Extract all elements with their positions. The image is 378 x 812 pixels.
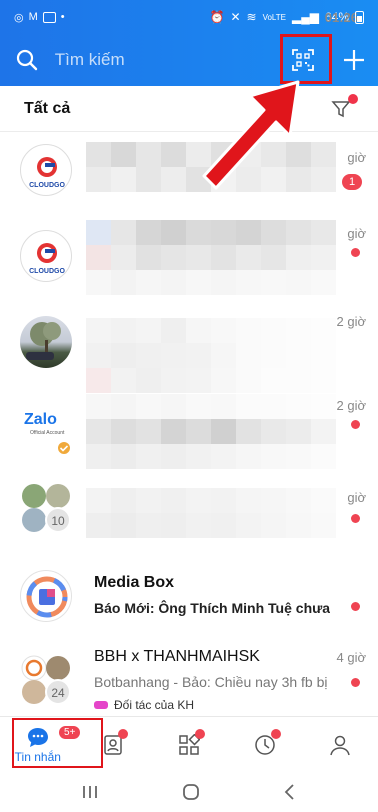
nav-messages[interactable]: Tin nhắn 5+	[0, 717, 103, 772]
cloudgo-logo-icon: CLOUDGO	[29, 243, 65, 275]
media-box-avatar	[20, 570, 72, 622]
profile-icon	[330, 735, 350, 755]
more-notifications-icon: •	[60, 11, 65, 23]
conversation-time: giờ	[347, 150, 366, 165]
cloudgo-logo-icon: CLOUDGO	[29, 157, 65, 189]
cloudgo-avatar: CLOUDGO	[20, 230, 72, 282]
qr-highlight-box	[279, 34, 332, 84]
zalo-notification-icon	[42, 11, 56, 23]
wifi-icon: ≋	[246, 10, 257, 24]
plus-icon	[344, 50, 365, 70]
conversation-row[interactable]: Zalo Official Account 2 giờ	[0, 384, 378, 469]
conversation-row[interactable]: Media Box Báo Mới: Ông Thích Minh Tuệ ch…	[0, 552, 378, 636]
unread-dot	[351, 514, 360, 523]
signal-icon: ▂▄▆	[292, 10, 319, 24]
conversation-time: giờ	[347, 490, 366, 505]
cloudgo-avatar: CLOUDGO	[20, 144, 72, 196]
nav-contacts-dot	[117, 729, 128, 739]
conversation-time: 2 giờ	[336, 314, 367, 329]
conversation-time: giờ	[347, 226, 366, 241]
filter-notification-dot	[348, 93, 358, 104]
add-button[interactable]	[331, 34, 378, 86]
filter-row: Tất cả	[0, 86, 378, 132]
messenger-icon: ◎	[14, 11, 24, 24]
mute-icon: ✕	[230, 10, 241, 24]
unread-dot	[351, 420, 360, 429]
tree-photo-icon	[26, 322, 61, 360]
battery-icon	[355, 10, 364, 24]
tag-label: Đối tác của KH	[114, 698, 195, 712]
network-label: VoLTE	[262, 12, 286, 22]
conversation-row[interactable]: 2 giờ	[0, 300, 378, 393]
group-avatar-icon: 24	[21, 655, 71, 705]
home-icon[interactable]	[181, 782, 201, 802]
conversation-name: Media Box	[94, 574, 175, 591]
search-button[interactable]	[0, 34, 55, 86]
svg-text:24: 24	[51, 686, 65, 700]
search-input[interactable]	[54, 50, 276, 70]
zalo-logo-icon: Zalo Official Account	[24, 411, 72, 456]
nav-discover-dot	[195, 729, 206, 739]
redacted-content	[86, 488, 336, 538]
svg-text:10: 10	[51, 514, 65, 528]
media-box-logo-icon	[26, 576, 68, 618]
nav-timeline[interactable]	[227, 717, 303, 772]
gmail-icon: M	[28, 11, 38, 23]
recent-apps-icon[interactable]	[80, 784, 100, 800]
nav-profile[interactable]	[302, 717, 378, 772]
nav-discover[interactable]	[151, 717, 227, 772]
system-nav-bar	[0, 772, 378, 812]
unread-dot	[351, 248, 360, 257]
svg-text:CLOUDGO: CLOUDGO	[29, 268, 65, 275]
redacted-content	[86, 318, 336, 393]
conversation-preview: Botbanhang - Bảo: Chiều nay 3h fb bị	[94, 674, 328, 690]
redacted-content	[86, 142, 336, 192]
bottom-nav: Tin nhắn 5+	[0, 716, 378, 772]
group-avatar: 10	[20, 482, 72, 534]
unread-badge: 1	[342, 174, 362, 190]
app-header	[0, 34, 378, 86]
svg-text:Zalo: Zalo	[24, 411, 57, 428]
group-avatar: 24	[20, 654, 72, 706]
unread-dot	[351, 602, 360, 611]
conversation-time: 2 giờ	[336, 398, 367, 413]
conversation-row[interactable]: 24 BBH x THANHMAIHSK 4 giờ Botbanhang - …	[0, 636, 378, 716]
notification-icons: ◎ M •	[14, 11, 65, 24]
status-time: 01:26	[324, 9, 358, 25]
redacted-content	[86, 220, 336, 295]
conversation-tag[interactable]: Đối tác của KH	[94, 698, 194, 712]
filter-button[interactable]	[328, 93, 358, 122]
conversation-preview: Báo Mới: Ông Thích Minh Tuệ chưa	[94, 600, 331, 616]
svg-text:Official Account: Official Account	[30, 430, 65, 436]
back-icon[interactable]	[282, 783, 298, 801]
alarm-icon: ⏰	[209, 10, 225, 24]
conversation-list: CLOUDGO giờ 1 CLOUDGO giờ 2 giờ Zalo Off…	[0, 132, 378, 716]
photo-avatar	[20, 316, 72, 368]
conversation-name: BBH x THANHMAIHSK	[94, 648, 260, 665]
tag-color-chip	[94, 701, 108, 709]
status-bar: 01:26 ◎ M • ⏰ ✕ ≋ VoLTE ▂▄▆ 64%	[0, 0, 378, 34]
conversation-row[interactable]: 10 giờ	[0, 468, 378, 552]
unread-dot	[351, 678, 360, 687]
conversation-time: 4 giờ	[336, 650, 367, 665]
svg-text:CLOUDGO: CLOUDGO	[29, 182, 65, 189]
qr-scan-button[interactable]	[276, 34, 332, 86]
zalo-official-avatar: Zalo Official Account	[20, 402, 72, 456]
search-icon	[17, 49, 38, 71]
nav-timeline-dot	[270, 729, 281, 739]
redacted-content	[86, 394, 336, 469]
group-avatar-icon: 10	[22, 484, 71, 533]
conversation-row[interactable]: CLOUDGO giờ 1	[0, 132, 378, 216]
nav-contacts[interactable]	[76, 717, 152, 772]
conversation-row[interactable]: CLOUDGO giờ	[0, 216, 378, 300]
filter-all-label[interactable]: Tất cả	[24, 100, 70, 118]
